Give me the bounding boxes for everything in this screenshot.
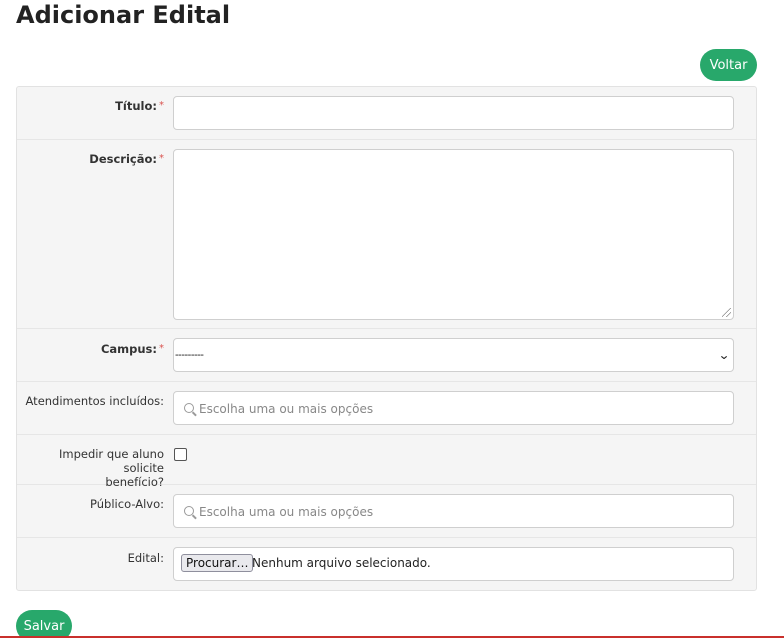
campus-label-text: Campus: xyxy=(100,342,157,356)
titulo-label-text: Título: xyxy=(115,99,157,113)
publico-label: Público-Alvo: xyxy=(90,497,164,511)
form-row-titulo: Título: * xyxy=(17,87,756,140)
campus-label: Campus: * xyxy=(101,342,164,356)
impedir-label: Impedir que aluno solicite benefício? xyxy=(17,447,164,489)
atendimentos-multiselect[interactable]: Escolha uma ou mais opções xyxy=(173,391,734,425)
campus-selected-value: --------- xyxy=(175,349,204,361)
browse-file-button[interactable]: Procurar… xyxy=(181,554,254,572)
form-row-impedir: Impedir que aluno solicite benefício? xyxy=(17,435,756,489)
publico-multiselect[interactable]: Escolha uma ou mais opções xyxy=(173,494,734,528)
resize-grip-icon[interactable] xyxy=(722,308,731,317)
atendimentos-placeholder: Escolha uma ou mais opções xyxy=(199,402,374,416)
form-row-campus: Campus: * --------- ⌄ xyxy=(17,329,756,382)
descricao-label-text: Descrição: xyxy=(89,152,157,166)
required-mark: * xyxy=(159,100,164,111)
search-icon xyxy=(184,403,194,413)
edital-form: Título: * Descrição: * Campus: * --------- … xyxy=(16,86,757,591)
save-button[interactable]: Salvar xyxy=(16,610,72,638)
edital-file-input[interactable]: Procurar… Nenhum arquivo selecionado. xyxy=(173,547,734,581)
impedir-label-line1: Impedir que aluno solicite xyxy=(58,447,164,475)
chevron-down-icon: ⌄ xyxy=(717,348,731,362)
descricao-label: Descrição: * xyxy=(89,152,164,166)
form-row-descricao: Descrição: * xyxy=(17,140,756,329)
impedir-checkbox[interactable] xyxy=(174,448,187,461)
form-row-edital: Edital: Procurar… Nenhum arquivo selecio… xyxy=(17,538,756,591)
campus-select[interactable]: --------- ⌄ xyxy=(173,338,734,372)
search-icon xyxy=(184,506,194,516)
edital-label: Edital: xyxy=(127,551,164,565)
form-row-atendimentos: Atendimentos incluídos: Escolha uma ou m… xyxy=(17,382,756,435)
atendimentos-label: Atendimentos incluídos: xyxy=(25,394,164,408)
page-title: Adicionar Edital xyxy=(16,1,231,29)
required-mark: * xyxy=(159,343,164,354)
back-button[interactable]: Voltar xyxy=(700,49,757,81)
publico-placeholder: Escolha uma ou mais opções xyxy=(199,505,374,519)
descricao-textarea[interactable] xyxy=(173,149,734,320)
required-mark: * xyxy=(159,153,164,164)
titulo-label: Título: * xyxy=(115,99,164,113)
form-row-publico: Público-Alvo: Escolha uma ou mais opções xyxy=(17,485,756,538)
file-status-text: Nenhum arquivo selecionado. xyxy=(252,556,431,570)
titulo-input[interactable] xyxy=(173,96,734,130)
